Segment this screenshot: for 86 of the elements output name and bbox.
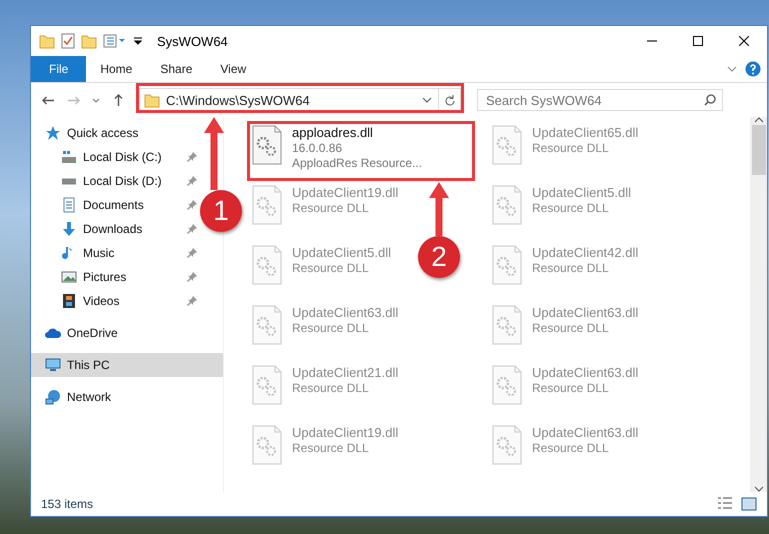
help-icon[interactable] — [745, 61, 761, 77]
sidebar-item[interactable]: Quick access — [31, 121, 199, 145]
dll-file-icon[interactable] — [252, 425, 282, 465]
pin-icon — [187, 200, 197, 210]
item-count: 153 items — [41, 497, 94, 511]
chevron-up-icon[interactable] — [754, 117, 764, 123]
refresh-icon — [444, 94, 454, 106]
chevron-down-icon — [92, 98, 100, 102]
monitor-icon — [45, 357, 61, 373]
file-detail: Resource DLL — [532, 201, 610, 215]
dll-file-icon[interactable] — [252, 305, 282, 345]
sidebar-item[interactable]: Videos — [31, 289, 199, 313]
pin-icon — [187, 272, 197, 282]
checklist-icon[interactable] — [61, 33, 75, 49]
details-view-icon[interactable] — [717, 497, 733, 509]
ribbon-tab[interactable]: View — [206, 56, 260, 82]
sidebar-item[interactable]: Pictures — [31, 265, 199, 289]
file-detail: Resource DLL — [292, 441, 370, 455]
chevron-down-icon[interactable] — [754, 486, 764, 492]
picture-icon — [61, 269, 77, 285]
ribbon-tab[interactable]: Share — [146, 56, 206, 82]
large-icons-view-icon[interactable] — [741, 497, 757, 511]
sidebar-item[interactable]: Downloads — [31, 217, 199, 241]
dll-file-icon[interactable] — [252, 245, 282, 285]
dll-file-icon[interactable] — [252, 365, 282, 405]
file-detail: Resource DLL — [292, 321, 370, 335]
search-icon — [704, 94, 716, 106]
address-path: C:\Windows\SysWOW64 — [166, 92, 311, 108]
dropdown-icon[interactable] — [133, 36, 143, 46]
ribbon-tab[interactable]: Home — [86, 56, 146, 82]
sidebar-item[interactable]: Music — [31, 241, 199, 265]
file-detail: 16.0.0.86 — [292, 141, 344, 155]
ribbon-tab[interactable]: File — [31, 56, 86, 82]
file-detail: Resource DLL — [292, 201, 370, 215]
dll-file-icon[interactable] — [492, 425, 522, 465]
up-arrow-icon — [114, 94, 122, 106]
sidebar-item[interactable]: This PC — [31, 353, 223, 377]
pin-icon — [187, 224, 197, 234]
file-detail: Resource DLL — [292, 381, 370, 395]
folder-icon[interactable] — [39, 33, 55, 49]
sidebar-item[interactable]: Documents — [31, 193, 199, 217]
left-arrow-icon — [42, 96, 54, 104]
dll-file-icon[interactable] — [492, 305, 522, 345]
pin-icon — [187, 176, 197, 186]
right-arrow-icon — [68, 96, 80, 104]
file-detail: ApploadRes Resource... — [292, 156, 422, 170]
dll-file-icon[interactable] — [492, 125, 522, 165]
minimize-icon — [647, 40, 657, 42]
dll-file-icon[interactable] — [492, 185, 522, 225]
star-icon — [45, 125, 61, 141]
pin-icon — [187, 296, 197, 306]
pin-icon — [187, 152, 197, 162]
sidebar-item[interactable]: Network — [31, 385, 199, 409]
close-icon — [739, 36, 749, 46]
down-arrow-icon — [61, 221, 77, 237]
pin-icon — [187, 248, 197, 258]
file-detail: Resource DLL — [532, 381, 610, 395]
scrollbar[interactable] — [750, 117, 767, 492]
scroll-thumb[interactable] — [752, 125, 766, 175]
film-icon — [61, 293, 77, 309]
sidebar-item[interactable]: Local Disk (D:) — [31, 169, 199, 193]
file-detail: Resource DLL — [532, 261, 610, 275]
file-detail: Resource DLL — [532, 321, 610, 335]
maximize-icon — [693, 36, 703, 46]
search-field[interactable]: Search SysWOW64 — [477, 89, 723, 111]
file-detail: Resource DLL — [292, 261, 370, 275]
chevron-down-icon[interactable] — [422, 97, 432, 103]
drive-icon — [61, 178, 77, 184]
address-bar[interactable]: C:\Windows\SysWOW64 — [139, 88, 461, 112]
sidebar-item[interactable]: Local Disk (C:) — [31, 145, 199, 169]
document-icon — [61, 197, 77, 213]
window-title: SysWOW64 — [157, 34, 229, 48]
file-detail: Resource DLL — [532, 141, 610, 155]
dll-file-icon[interactable] — [492, 245, 522, 285]
sidebar-item[interactable]: OneDrive — [31, 321, 199, 345]
folder-icon[interactable] — [81, 33, 97, 49]
chevron-down-icon[interactable] — [727, 66, 737, 72]
dll-file-icon[interactable] — [492, 365, 522, 405]
file-name[interactable]: apploadres.dll — [292, 125, 422, 140]
dll-file-icon[interactable] — [252, 185, 282, 225]
annotation-arrow — [429, 182, 449, 236]
drive-icon — [61, 150, 77, 164]
properties-icon[interactable] — [103, 33, 127, 49]
dll-file-icon[interactable] — [252, 125, 282, 165]
file-detail: Resource DLL — [532, 441, 610, 455]
folder-icon — [144, 92, 160, 108]
